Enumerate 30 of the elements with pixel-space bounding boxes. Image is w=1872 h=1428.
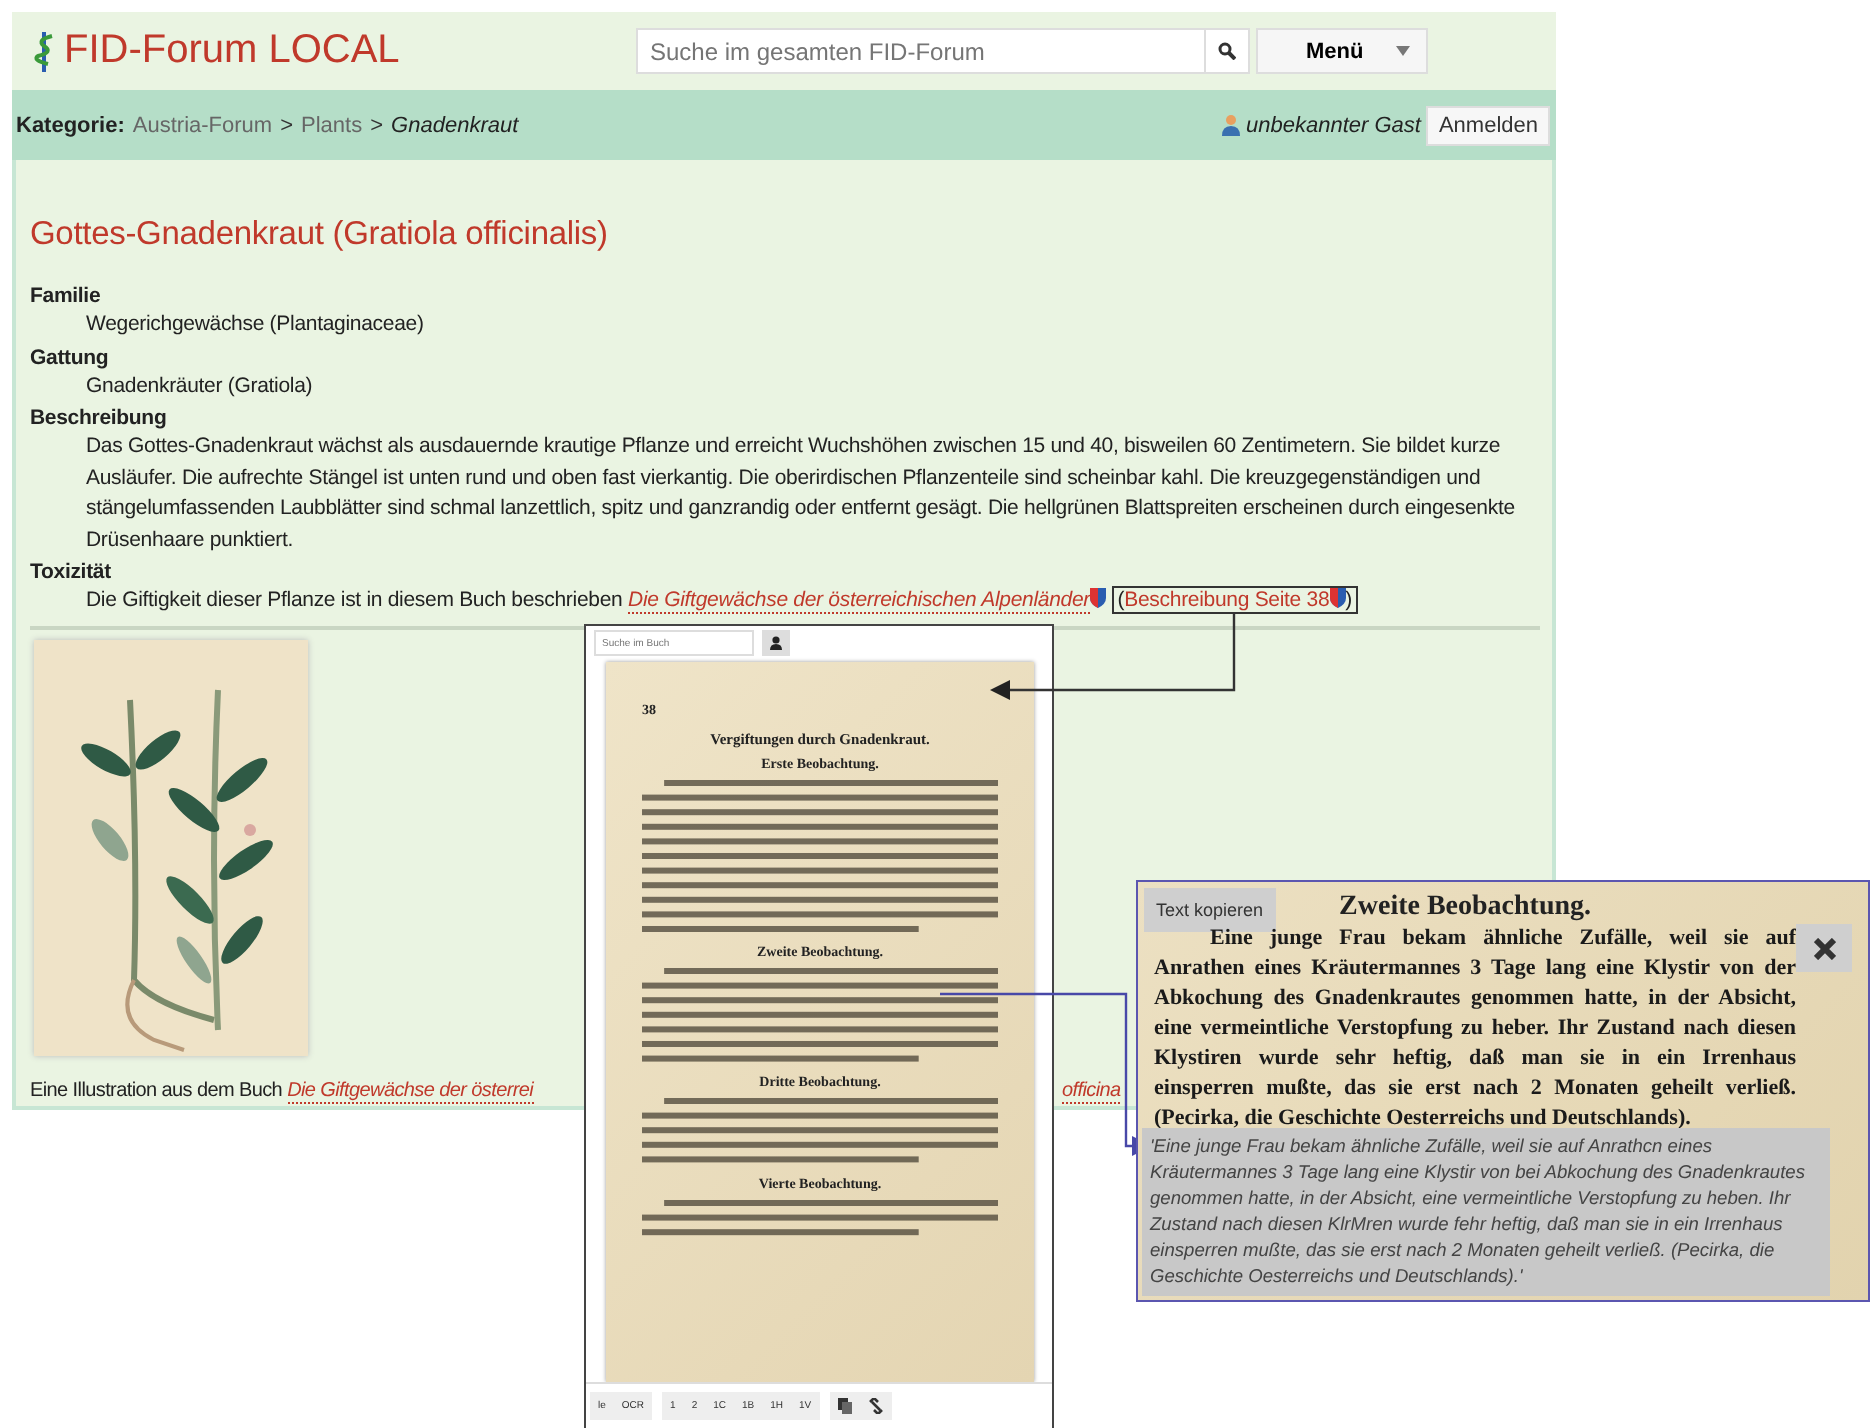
- site-title[interactable]: FID-Forum LOCAL: [64, 28, 400, 74]
- breadcrumb-current: Gnadenkraut: [391, 113, 519, 137]
- page-link[interactable]: Beschreibung Seite 38: [1124, 588, 1330, 612]
- section-text: Wegerichgewächse (Plantaginaceae): [84, 310, 426, 340]
- section-term: Familie: [30, 282, 103, 310]
- section-term: Gattung: [30, 343, 111, 371]
- section-term: Toxizität: [30, 558, 113, 586]
- page-title: Gottes-Gnadenkraut (Gratiola officinalis): [30, 216, 610, 254]
- transcription-text: 'Eine junge Frau bekam ähnliche Zufälle, weil sie auf Anrathcn eines Kräutermannes 3 Tage lang eine Klystir von bei Abkochung des Gnadenkrautes genommen hatte, in der Absicht, eine vermeintliche Verstopfung zu heben. Ihr Zustand nach diesen KlrMren wurde fehr heftig, daß man sie in ein Irrenhaus einsperren mußte, das sie erst nach 2 Monaten geheilt verließ. (Pecirka, die Geschichte Oesterreichs und Deutschlands).': [1142, 1128, 1830, 1296]
- user-name: unbekannter Gast: [1246, 113, 1421, 137]
- breadcrumb-label: Kategorie:: [16, 113, 125, 137]
- section-term: Beschreibung: [30, 404, 169, 432]
- section-text: Gnadenkräuter (Gratiola): [84, 371, 315, 401]
- scan-heading: Zweite Beobachtung.: [1339, 892, 1592, 924]
- paren: ): [1345, 588, 1353, 612]
- search-field[interactable]: Suche im gesamten FID-Forum: [636, 28, 1206, 74]
- paren: (: [1117, 588, 1125, 612]
- book-link[interactable]: Die Giftgewächse der österrei: [287, 1079, 534, 1103]
- copy-text-button[interactable]: Text kopieren: [1144, 888, 1276, 932]
- menu-button[interactable]: Menü: [1256, 28, 1428, 74]
- breadcrumb-separator: >: [280, 113, 294, 137]
- breadcrumb-separator: >: [370, 113, 384, 137]
- caption-text: Eine Illustration aus dem Buch: [30, 1079, 283, 1101]
- section-text: Das Gottes-Gnadenkraut wächst als ausdauernde krautige Pflanze und erreicht Wuchshöhen zwischen 15 und 40, bisweilen 60 Zentimetern. Sie bildet kurze Ausläufer. Die aufrechte Stängel ist unten rund und oben fast vierkantig. Die oberirdischen Pflanzenteile sind scheinbar kahl. Die kreuzgegenständigen und stängelumfassenden Laubblätter sind schmal lanzettlich, spitz und ganzrandig oder entfernt gesägt. Die hellgrünen Blattspreiten erscheinen durch eingesenkte Drüsenhaare punktiert.: [84, 432, 1517, 555]
- book-link[interactable]: officina: [1062, 1079, 1121, 1103]
- breadcrumb-link[interactable]: Austria-Forum: [132, 113, 273, 137]
- login-button[interactable]: Anmelden: [1426, 105, 1550, 145]
- breadcrumb-link[interactable]: Plants: [301, 113, 363, 137]
- section-text: Die Giftigkeit dieser Pflanze ist in diesem Buch beschrieben: [86, 588, 623, 612]
- book-link[interactable]: Die Giftgewächse der österreichischen Alpenländer: [628, 588, 1090, 614]
